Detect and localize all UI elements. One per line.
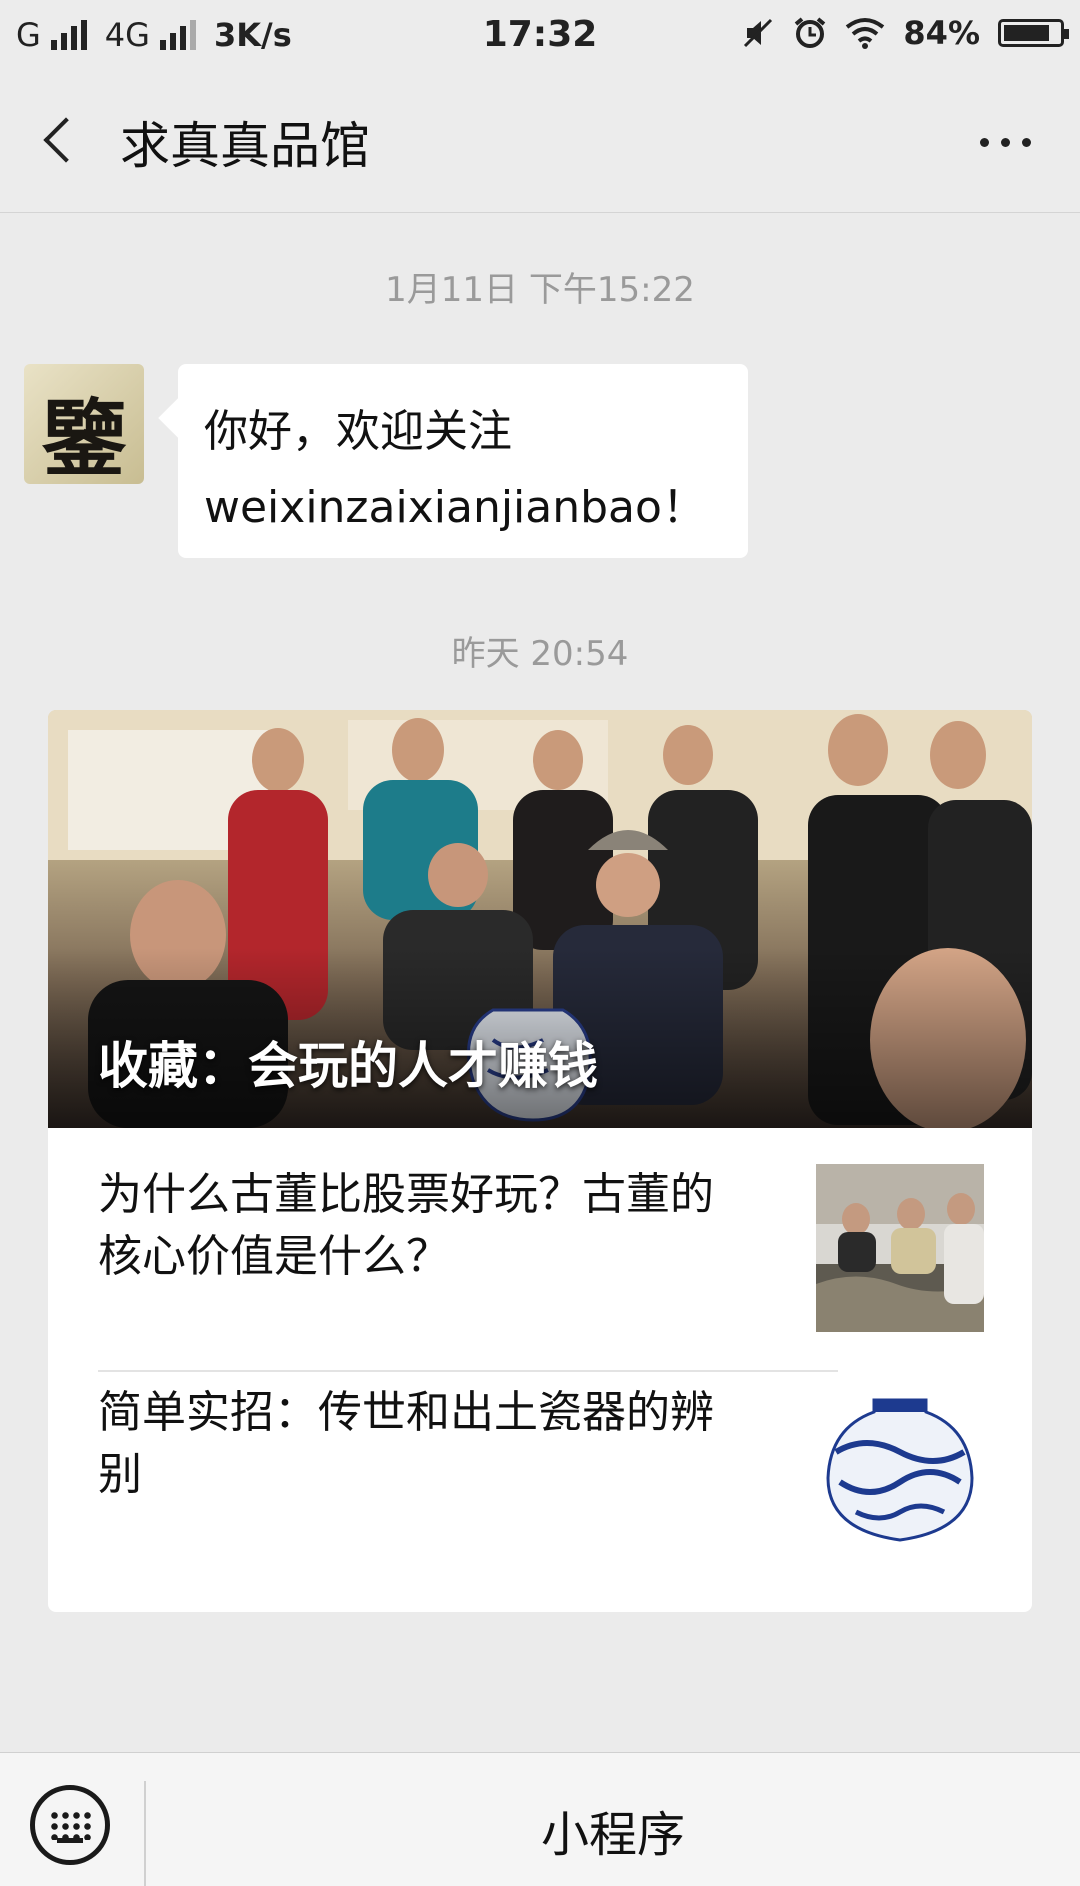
battery-icon [998, 19, 1069, 47]
page-title: 求真真品馆 [120, 117, 370, 175]
mini-program-button[interactable]: 小程序 [146, 1795, 1080, 1865]
back-icon[interactable] [40, 114, 96, 170]
more-icon[interactable] [970, 124, 1040, 160]
status-right: 84% [741, 14, 1069, 52]
cover-title: 收藏：会玩的人才赚钱 [98, 1037, 598, 1095]
avatar-glyph: 鑒 [41, 389, 126, 484]
mute-icon [744, 18, 773, 48]
keyboard-icon[interactable] [30, 1785, 110, 1865]
article-item-title: 简单实招：传世和出土瓷器的辨别 [98, 1387, 714, 1500]
avatar[interactable]: 鑒 [24, 364, 144, 484]
battery-level [1004, 25, 1050, 41]
message-line-1: 你好，欢迎关注 [204, 406, 512, 457]
article-item[interactable]: 简单实招：传世和出土瓷器的辨别 [48, 1346, 1032, 1550]
article-timestamp: 昨天 20:54 [451, 634, 629, 674]
message-timestamp: 1月11日 下午15:22 [385, 270, 695, 310]
message-line-2: weixinzaixianjianbao！ [204, 482, 706, 533]
title-bar: 求真真品馆 [0, 72, 1080, 213]
article-cover[interactable]: 收藏：会玩的人才赚钱 [48, 710, 1032, 1128]
painting-appraisal-thumbnail [816, 1164, 984, 1332]
battery-percent: 84% [903, 14, 980, 52]
bottom-bar: 小程序 [0, 1752, 1080, 1886]
article-item[interactable]: 为什么古董比股票好玩？古董的核心价值是什么？ [48, 1128, 1032, 1332]
article-card: 收藏：会玩的人才赚钱 为什么古董比股票好玩？古董的核心价值是什么？ 简单实招：传… [48, 710, 1032, 1612]
porcelain-jar-thumbnail [816, 1382, 984, 1550]
article-item-title: 为什么古董比股票好玩？古董的核心价值是什么？ [98, 1169, 714, 1282]
wifi-icon [846, 18, 885, 49]
status-bar: G 4G 3K/s 17:32 84% [0, 0, 1080, 72]
alarm-icon [795, 17, 826, 48]
message-bubble[interactable]: 你好，欢迎关注 weixinzaixianjianbao！ [178, 364, 748, 558]
